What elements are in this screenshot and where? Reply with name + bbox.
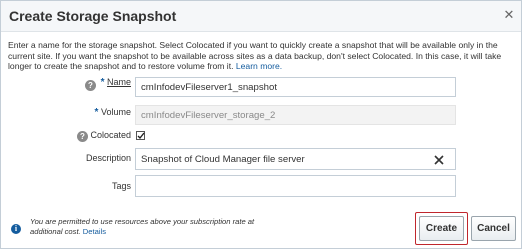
clear-icon[interactable]	[433, 153, 445, 165]
name-label-text: Name	[106, 77, 131, 87]
colocated-label: Colocated	[90, 130, 131, 140]
cancel-button[interactable]: Cancel	[471, 216, 516, 241]
name-field[interactable]: cmInfodevFileserver1_snapshot	[135, 77, 456, 97]
name-label: * Name	[97, 77, 131, 88]
volume-field: cmInfodevFileserver_storage_2	[135, 105, 456, 125]
create-storage-snapshot-dialog: Create Storage Snapshot ✕ Enter a name f…	[0, 0, 522, 249]
help-icon[interactable]: ?	[85, 80, 96, 91]
details-link[interactable]: Details	[83, 227, 106, 236]
required-mark: *	[100, 77, 105, 88]
help-icon[interactable]: ?	[77, 131, 88, 142]
subscription-note-text: You are permitted to use resources above…	[30, 217, 255, 236]
learn-more-link[interactable]: Learn more.	[236, 61, 282, 71]
required-mark: *	[94, 107, 99, 118]
description-field[interactable]: Snapshot of Cloud Manager file server	[135, 148, 456, 170]
info-icon: i	[11, 224, 21, 234]
colocated-checkbox[interactable]	[136, 131, 145, 140]
intro-text: Enter a name for the storage snapshot. S…	[8, 40, 518, 72]
close-icon[interactable]: ✕	[503, 8, 515, 21]
volume-label: * Volume	[87, 107, 131, 118]
dialog-titlebar: Create Storage Snapshot ✕	[1, 1, 521, 32]
dialog-title: Create Storage Snapshot	[9, 8, 177, 24]
tags-label: Tags	[111, 181, 131, 191]
tags-field[interactable]	[135, 175, 456, 197]
subscription-note: You are permitted to use resources above…	[30, 217, 285, 236]
description-label: Description	[85, 153, 131, 163]
volume-label-text: Volume	[100, 107, 131, 117]
create-button[interactable]: Create	[419, 216, 464, 241]
check-icon	[137, 132, 145, 140]
